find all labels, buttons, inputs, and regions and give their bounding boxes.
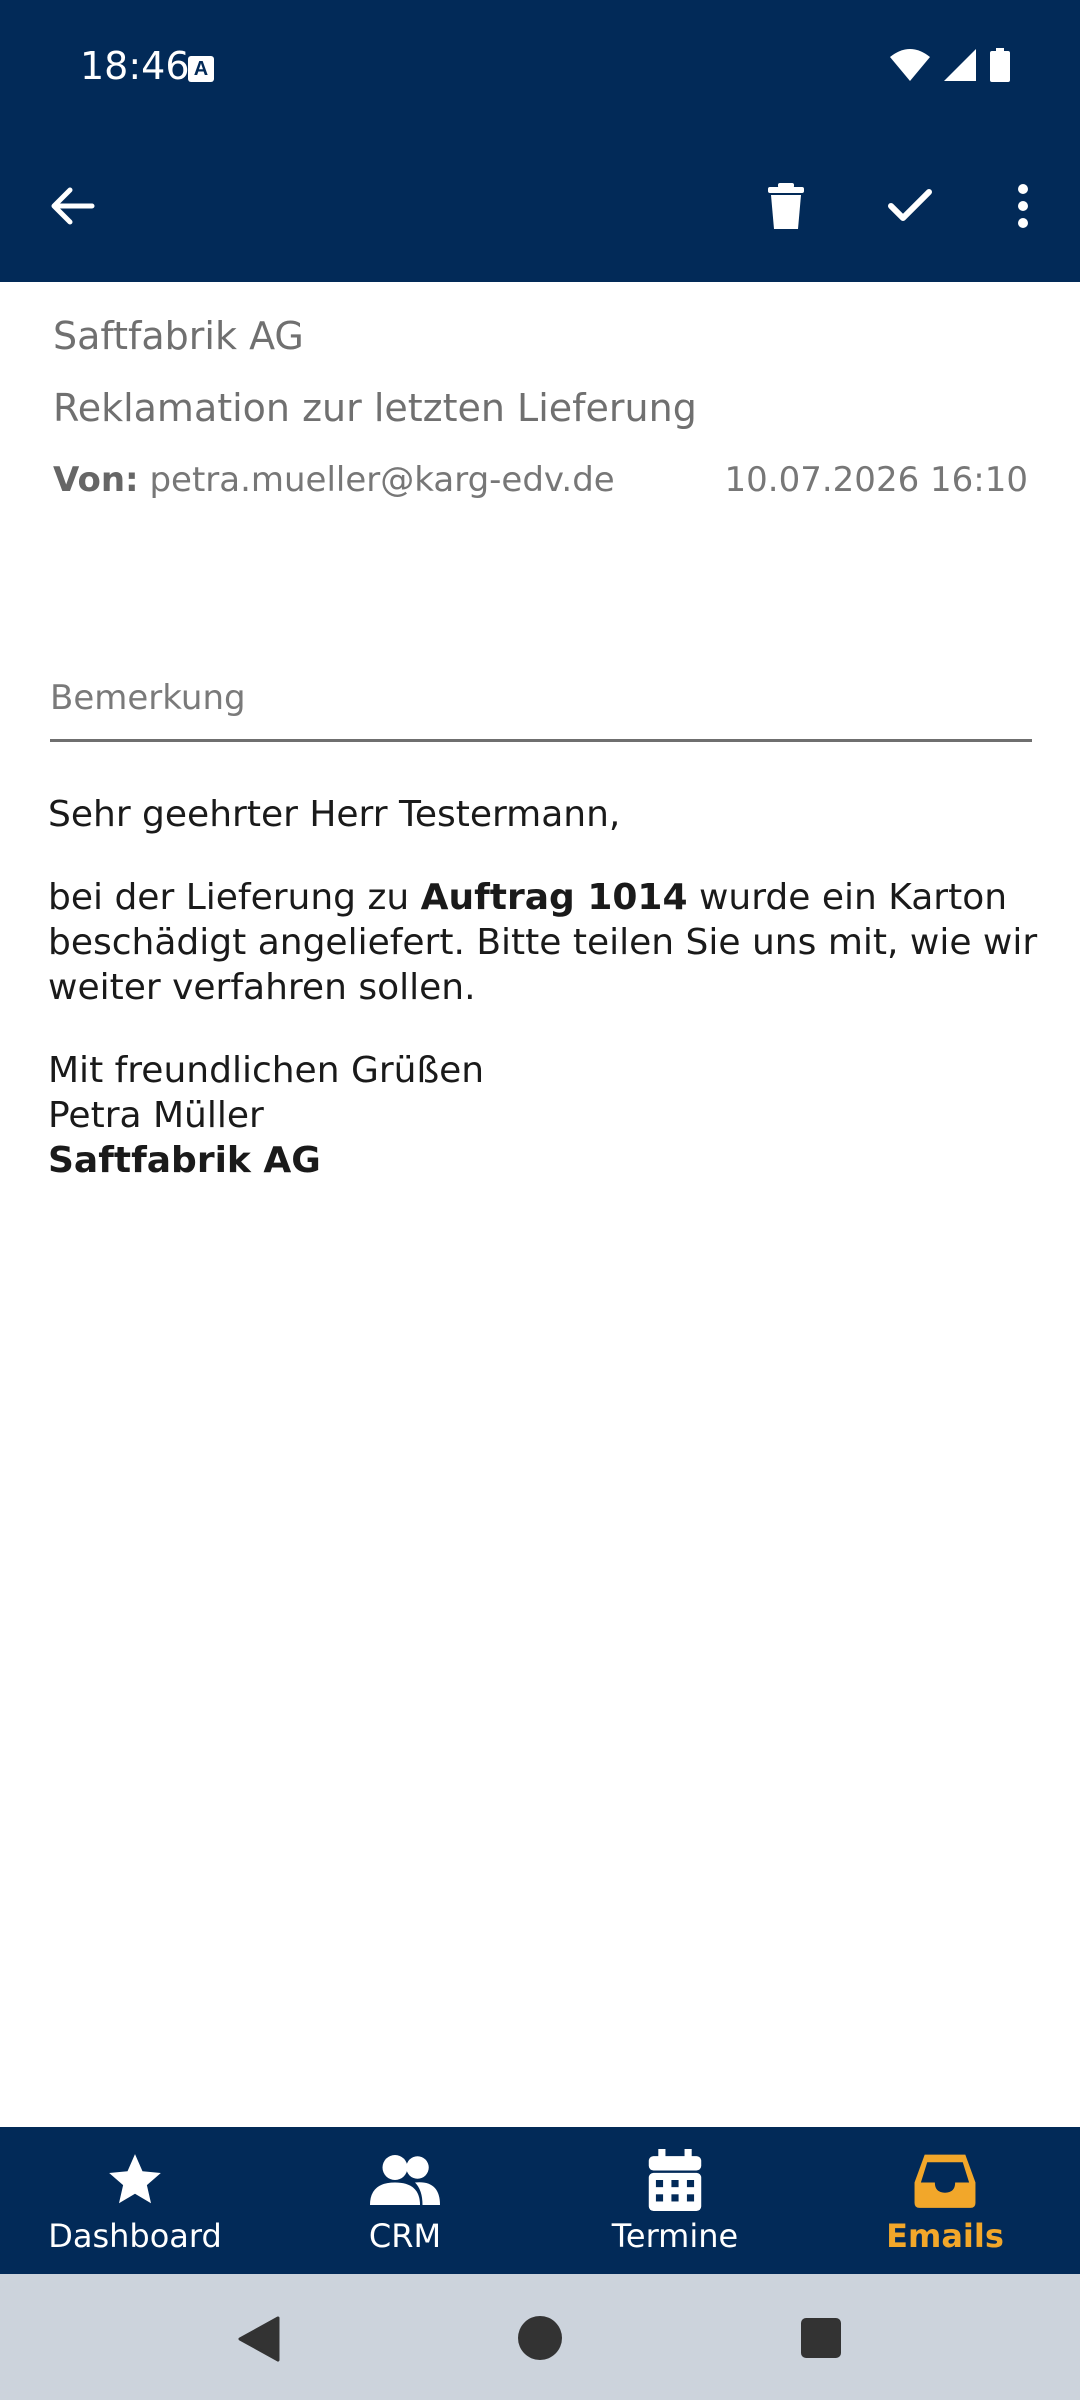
system-navigation-bar — [0, 2274, 1080, 2400]
check-icon — [888, 189, 932, 221]
notification-badge-icon: A — [188, 56, 214, 82]
status-icons — [890, 48, 1010, 82]
signature-name: Petra Müller — [48, 1095, 264, 1136]
wifi-icon — [890, 49, 930, 81]
nav-label: Termine — [611, 2217, 739, 2255]
confirm-button[interactable] — [872, 168, 948, 244]
status-time: 18:46 — [80, 44, 190, 88]
nav-label: Emails — [886, 2217, 1004, 2255]
more-vertical-icon — [1018, 184, 1028, 228]
nav-item-crm[interactable]: CRM — [270, 2127, 540, 2274]
email-from-row: Von: petra.mueller@karg-edv.de 10.07.202… — [53, 460, 1028, 500]
bottom-navigation: Dashboard CRM Termine Emails — [0, 2127, 1080, 2274]
back-button[interactable] — [34, 168, 110, 244]
signature-company: Saftfabrik AG — [48, 1140, 321, 1181]
email-greeting: Sehr geehrter Herr Testermann, — [48, 794, 621, 835]
system-recents-icon[interactable] — [801, 2318, 841, 2358]
email-body: Sehr geehrter Herr Testermann, bei der L… — [48, 792, 1038, 1183]
order-reference: Auftrag 1014 — [420, 877, 688, 918]
signature-closing: Mit freundlichen Grüßen — [48, 1050, 485, 1091]
battery-icon — [990, 48, 1010, 82]
email-date: 10.07.2026 16:10 — [724, 460, 1028, 500]
remark-input[interactable]: Bemerkung — [50, 672, 1032, 742]
system-home-icon[interactable] — [518, 2316, 562, 2360]
more-button[interactable] — [985, 168, 1061, 244]
trash-icon — [768, 183, 804, 229]
email-paragraph: bei der Lieferung zu Auftrag 1014 wurde … — [48, 875, 1038, 1010]
nav-item-dashboard[interactable]: Dashboard — [0, 2127, 270, 2274]
star-icon — [109, 2154, 161, 2204]
status-bar: 18:46 A — [0, 0, 1080, 130]
para-text: bei der Lieferung zu — [48, 877, 421, 918]
email-detail: Saftfabrik AG Reklamation zur letzten Li… — [0, 282, 1080, 2127]
from-address: petra.mueller@karg-edv.de — [149, 460, 615, 500]
signal-icon — [944, 49, 976, 81]
email-subject: Reklamation zur letzten Lieferung — [53, 386, 697, 430]
email-signature: Mit freundlichen Grüßen Petra Müller Saf… — [48, 1048, 1038, 1183]
app-toolbar — [0, 130, 1080, 282]
delete-button[interactable] — [748, 168, 824, 244]
calendar-icon — [648, 2149, 702, 2211]
nav-item-emails[interactable]: Emails — [810, 2127, 1080, 2274]
nav-item-termine[interactable]: Termine — [540, 2127, 810, 2274]
inbox-icon — [914, 2154, 976, 2208]
people-icon — [370, 2155, 440, 2205]
system-back-icon[interactable] — [236, 2316, 280, 2362]
back-arrow-icon — [51, 187, 95, 225]
nav-label: CRM — [368, 2217, 442, 2255]
remark-label: Bemerkung — [50, 678, 246, 718]
nav-label: Dashboard — [48, 2217, 222, 2255]
from-label: Von: — [53, 460, 139, 500]
email-company: Saftfabrik AG — [53, 314, 304, 358]
